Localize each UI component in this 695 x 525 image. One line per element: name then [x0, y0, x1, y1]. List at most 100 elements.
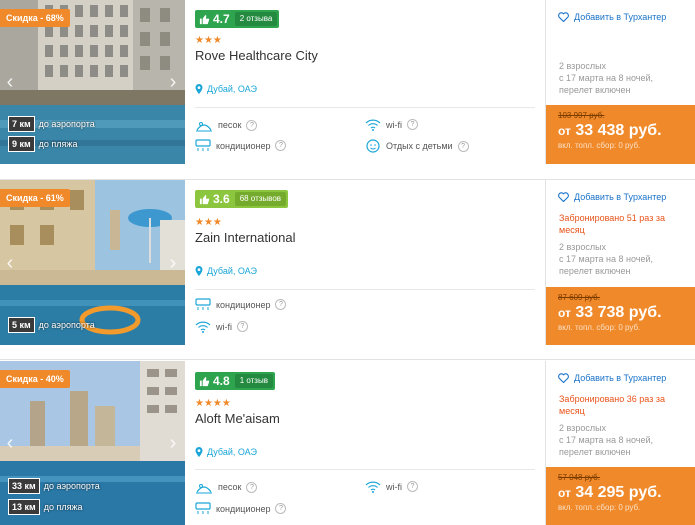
- distance-label: до аэропорта: [43, 481, 100, 491]
- hotel-card: Скидка - 61% ‹ › 5 км до аэропорта 3.6 6…: [0, 180, 695, 345]
- amenity-ac: кондиционер ?: [195, 502, 287, 515]
- next-photo-icon[interactable]: ›: [165, 72, 181, 92]
- sand-icon: [196, 484, 212, 494]
- distance-airport: 7 км до аэропорта: [8, 116, 95, 132]
- next-photo-icon[interactable]: ›: [165, 433, 181, 453]
- rating-badge[interactable]: 3.6 68 отзывов: [195, 190, 289, 208]
- price-button[interactable]: 103 997 руб. от 33 438 руб. вкл. топл. с…: [546, 105, 695, 164]
- amenity-label: wi-fi: [216, 321, 232, 332]
- amenity-ac: кондиционер ?: [195, 298, 287, 311]
- booked-count: Забронировано 36 раз за месяц: [559, 394, 665, 416]
- wifi-icon: [365, 119, 381, 131]
- amenity-ac: кондиционер ?: [195, 139, 287, 152]
- rating-score: 4.8: [213, 374, 230, 388]
- help-icon[interactable]: ?: [407, 119, 418, 130]
- thumbs-up-icon: [195, 190, 213, 208]
- help-icon[interactable]: ?: [246, 119, 258, 131]
- hotel-card: Скидка - 68% ‹ › 7 км до аэропорта 9 км …: [0, 0, 695, 164]
- distance-label: до аэропорта: [38, 320, 95, 330]
- current-price: от 33 738 руб.: [558, 304, 662, 321]
- rating-badge[interactable]: 4.7 2 отзыва: [195, 10, 280, 28]
- heart-icon: [558, 373, 569, 383]
- discount-badge: Скидка - 61%: [0, 189, 70, 207]
- thumbs-up-icon: [195, 10, 213, 28]
- price-panel: Добавить в Турхантер 2 взрослых с 17 мар…: [545, 0, 695, 164]
- distance-km: 33 км: [8, 478, 40, 494]
- discount-badge: Скидка - 40%: [0, 370, 70, 388]
- rating-score: 4.7: [213, 12, 230, 26]
- prev-photo-icon[interactable]: ‹: [2, 72, 18, 92]
- hotel-location[interactable]: Дубай, ОАЭ: [195, 266, 257, 276]
- distance-km: 9 км: [8, 136, 35, 152]
- heart-icon: [558, 12, 569, 22]
- reviews-count[interactable]: 2 отзыва: [234, 12, 278, 26]
- amenity-label: wi-fi: [386, 119, 402, 130]
- rating-badge[interactable]: 4.8 1 отзыв: [195, 372, 275, 390]
- air-conditioner-icon: [195, 139, 211, 151]
- price-button[interactable]: 57 048 руб. от 34 295 руб. вкл. топл. сб…: [546, 467, 695, 525]
- amenity-wifi: wi-fi ?: [365, 480, 418, 493]
- prev-photo-icon[interactable]: ‹: [2, 433, 18, 453]
- heart-icon: [558, 192, 569, 202]
- air-conditioner-icon: [195, 298, 211, 310]
- amenity-sand: песок ?: [195, 118, 258, 132]
- tour-flight: перелет включен: [559, 85, 631, 95]
- price-panel: Добавить в Турхантер Забронировано 36 ра…: [545, 361, 695, 525]
- fuel-fee: вкл. топл. сбор: 0 руб.: [558, 141, 641, 150]
- help-icon[interactable]: ?: [275, 299, 287, 310]
- sand-icon: [196, 122, 212, 132]
- help-icon[interactable]: ?: [457, 140, 469, 152]
- hotel-stars: ★★★: [195, 35, 222, 46]
- distance-beach: 13 км до пляжа: [8, 499, 82, 515]
- favorites-label: Добавить в Турхантер: [574, 373, 667, 383]
- amenity-label: кондиционер: [216, 140, 271, 151]
- hotel-photo[interactable]: Скидка - 68% ‹ › 7 км до аэропорта 9 км …: [0, 0, 185, 164]
- map-pin-icon: [195, 447, 203, 457]
- booked-count: Забронировано 51 раз за месяц: [559, 213, 665, 235]
- hotel-photo[interactable]: Скидка - 61% ‹ › 5 км до аэропорта: [0, 180, 185, 345]
- help-icon[interactable]: ?: [275, 140, 287, 151]
- prev-photo-icon[interactable]: ‹: [2, 253, 18, 273]
- thumbs-up-icon: [195, 372, 213, 390]
- divider: [195, 289, 535, 290]
- amenity-wifi: wi-fi ?: [365, 118, 418, 131]
- hotel-location[interactable]: Дубай, ОАЭ: [195, 447, 257, 457]
- help-icon[interactable]: ?: [237, 321, 248, 332]
- divider: [195, 469, 535, 470]
- hotel-photo[interactable]: Скидка - 40% ‹ › 33 км до аэропорта 13 к…: [0, 361, 185, 525]
- tour-guests: 2 взрослых: [559, 242, 607, 252]
- hotel-location[interactable]: Дубай, ОАЭ: [195, 84, 257, 94]
- location-text: Дубай, ОАЭ: [207, 447, 257, 457]
- hotel-name[interactable]: Rove Healthcare City: [195, 48, 318, 63]
- distance-airport: 5 км до аэропорта: [8, 317, 95, 333]
- wifi-icon: [365, 481, 381, 493]
- fuel-fee: вкл. топл. сбор: 0 руб.: [558, 323, 641, 332]
- help-icon[interactable]: ?: [275, 503, 287, 514]
- add-to-favorites-button[interactable]: Добавить в Турхантер: [558, 192, 666, 202]
- amenity-label: песок: [218, 120, 242, 130]
- help-icon[interactable]: ?: [407, 481, 418, 492]
- discount-badge: Скидка - 68%: [0, 9, 70, 27]
- amenity-label: песок: [218, 482, 242, 492]
- rating-score: 3.6: [213, 192, 230, 206]
- old-price: 103 997 руб.: [558, 111, 605, 120]
- hotel-name[interactable]: Zain International: [195, 230, 295, 245]
- map-pin-icon: [195, 266, 203, 276]
- reviews-count[interactable]: 68 отзывов: [234, 192, 287, 206]
- reviews-count[interactable]: 1 отзыв: [234, 374, 273, 388]
- help-icon[interactable]: ?: [246, 481, 258, 493]
- current-price: от 34 295 руб.: [558, 484, 662, 501]
- next-photo-icon[interactable]: ›: [165, 253, 181, 273]
- add-to-favorites-button[interactable]: Добавить в Турхантер: [558, 373, 666, 383]
- add-to-favorites-button[interactable]: Добавить в Турхантер: [558, 12, 666, 22]
- price-button[interactable]: 87 609 руб. от 33 738 руб. вкл. топл. сб…: [546, 287, 695, 345]
- hotel-stars: ★★★★: [195, 398, 231, 409]
- hotel-name[interactable]: Aloft Me'aisam: [195, 411, 280, 426]
- air-conditioner-icon: [195, 502, 211, 514]
- amenity-kids: Отдых с детьми ?: [365, 139, 469, 153]
- distance-label: до пляжа: [43, 502, 83, 512]
- old-price: 87 609 руб.: [558, 293, 600, 302]
- divider: [195, 107, 535, 108]
- hotel-stars: ★★★: [195, 217, 222, 228]
- tour-dates: с 17 марта на 8 ночей,: [559, 435, 654, 445]
